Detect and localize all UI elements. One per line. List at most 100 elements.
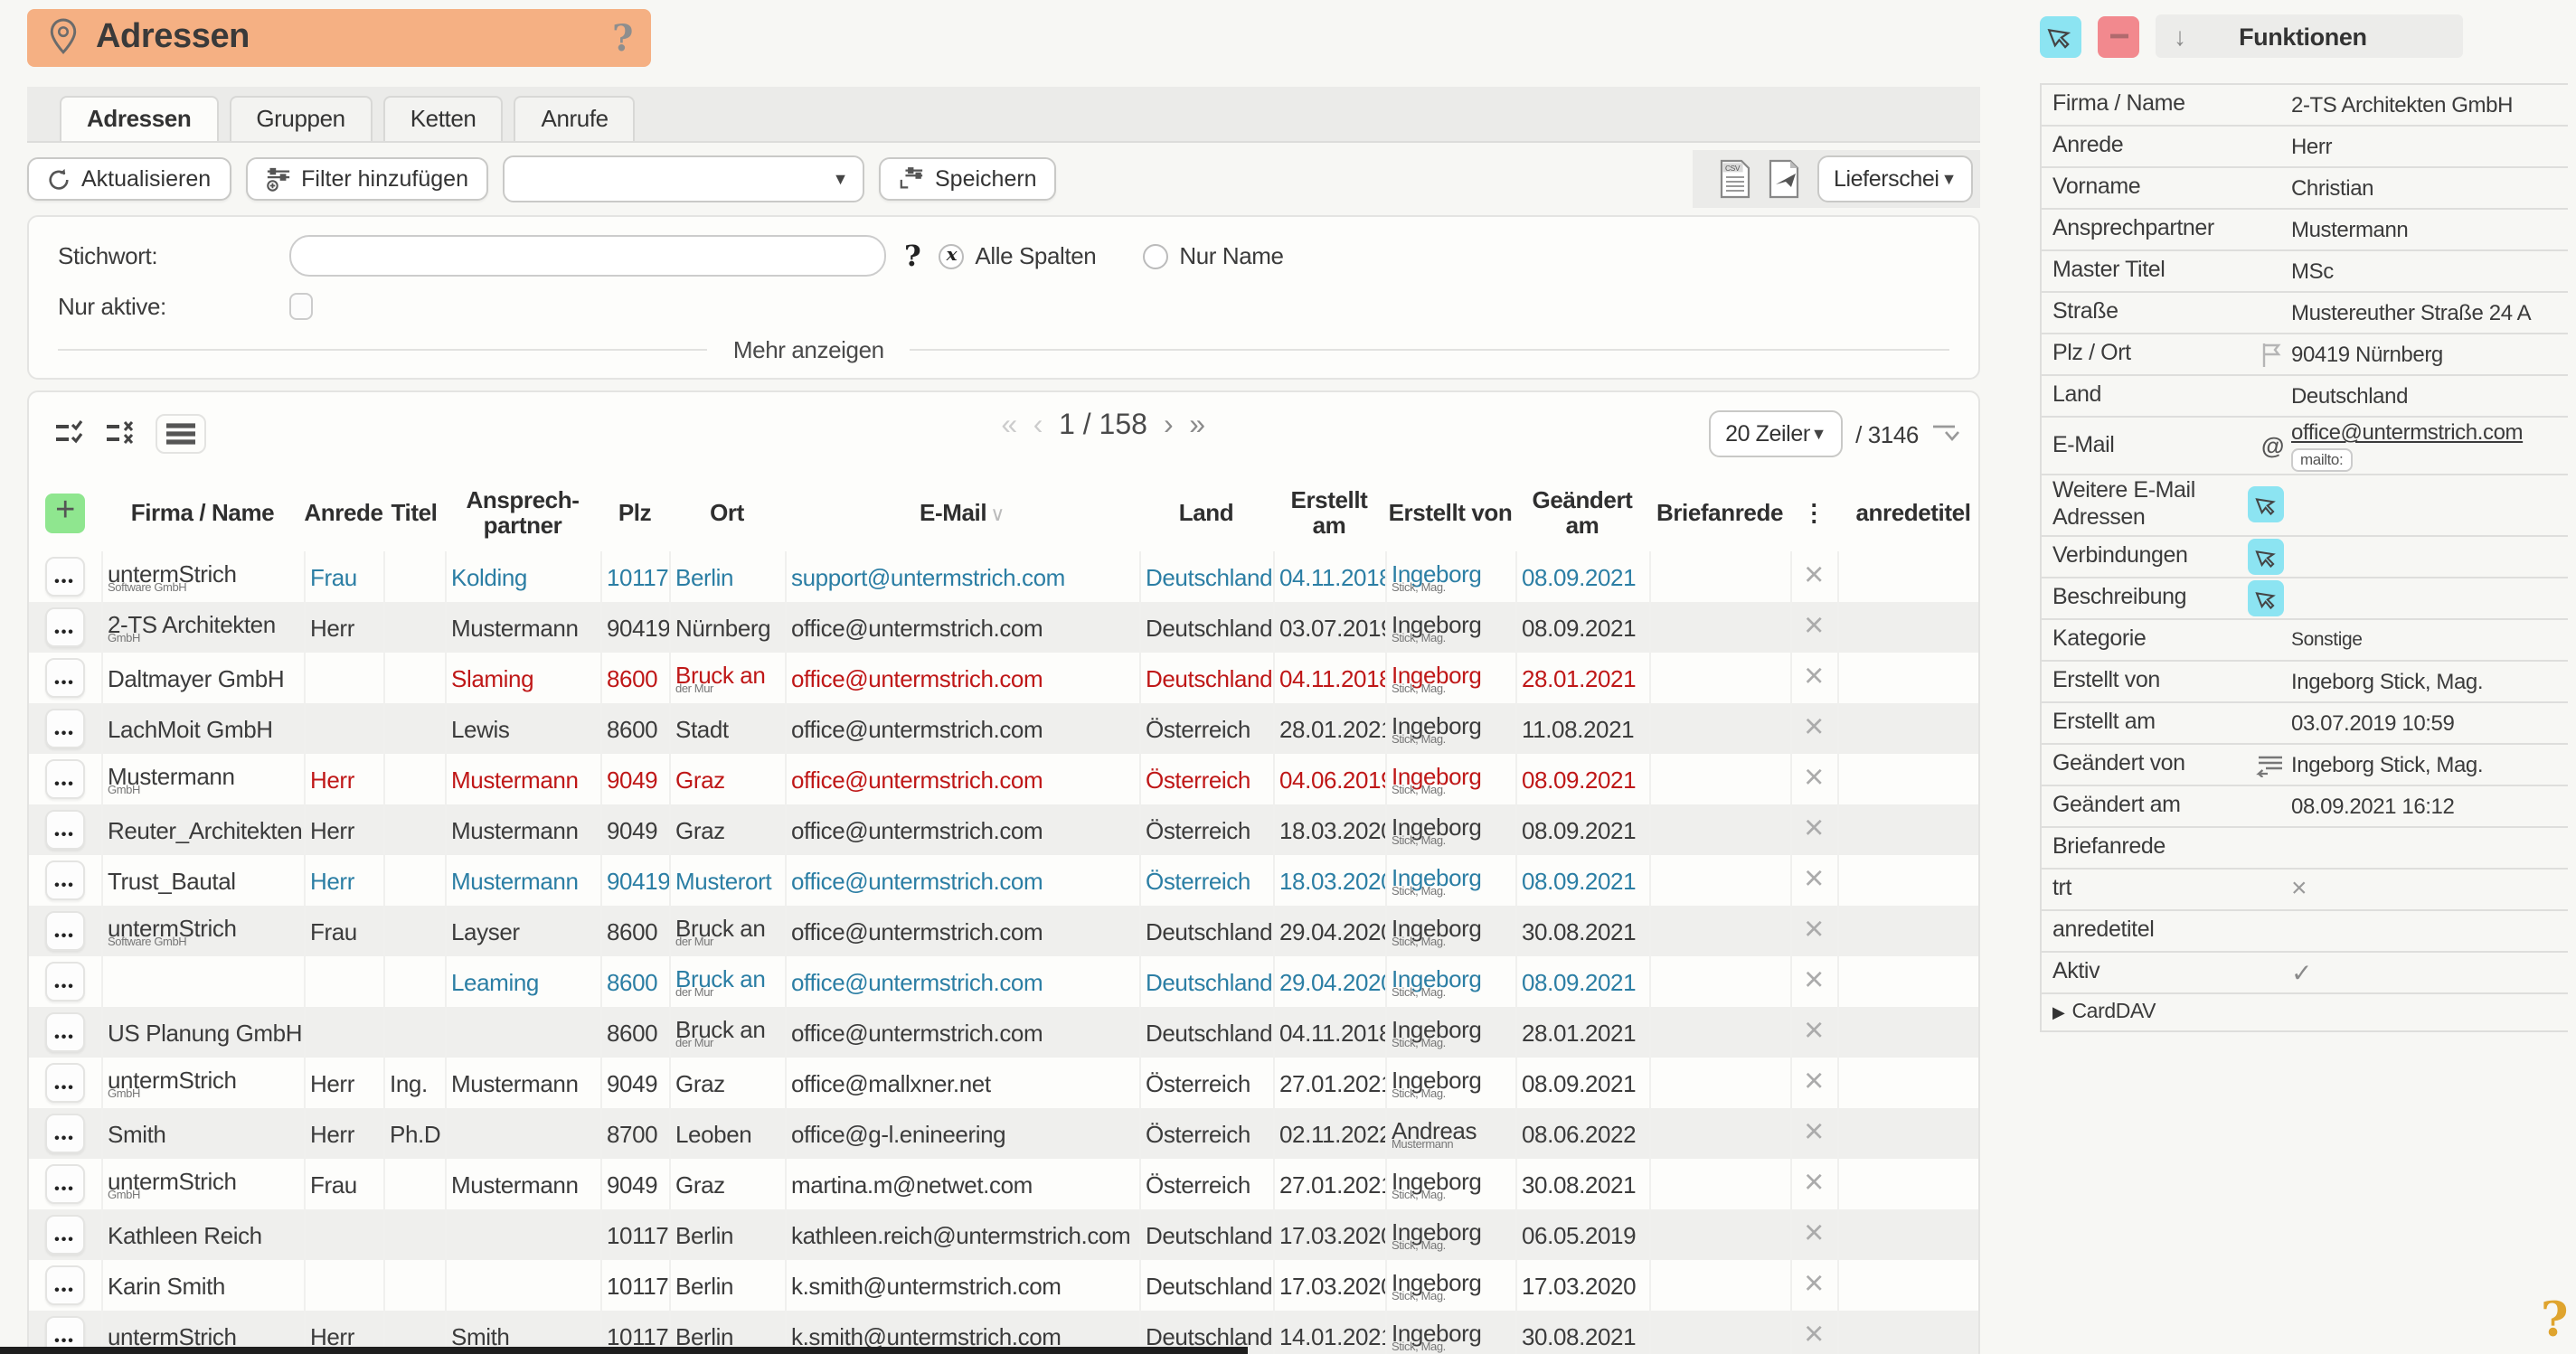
rows-per-page-select[interactable]: 20 Zeilen ▼ (1709, 410, 1843, 457)
table-row[interactable]: •••MustermannGmbHHerrMustermann9049Grazo… (29, 754, 1980, 804)
row-menu-button[interactable]: ••• (45, 1063, 85, 1103)
deselect-all-icon[interactable] (105, 419, 141, 448)
field-master-titel: Master TitelMSc (2042, 251, 2568, 293)
corner-help-icon[interactable]: ? (2541, 1294, 2568, 1349)
carddav-expander[interactable]: ▶CardDAV (2040, 994, 2568, 1032)
column-header-anrede[interactable]: Anrede (304, 475, 383, 551)
column-header-firmaname[interactable]: Firma / Name (101, 475, 304, 551)
bottom-edge-bar (0, 1347, 1248, 1354)
column-header-land[interactable]: Land (1139, 475, 1273, 551)
jump-to-end-icon[interactable] (1931, 423, 1960, 445)
refresh-button[interactable]: Aktualisieren (27, 157, 231, 201)
tab-anrufe[interactable]: Anrufe (514, 96, 636, 141)
functions-button[interactable]: ↓ Funktionen (2156, 14, 2463, 58)
cursor-open-button[interactable] (2248, 580, 2284, 616)
field-aktiv: Aktiv✓ (2042, 953, 2568, 994)
show-more-link[interactable]: Mehr anzeigen (733, 336, 884, 363)
row-menu-button[interactable]: ••• (45, 1012, 85, 1052)
table-row[interactable]: •••SmithHerrPh.D8700Leobenoffice@g-l.eni… (29, 1108, 1980, 1159)
remove-minus-button[interactable] (2098, 15, 2139, 57)
table-row[interactable]: •••Trust_BautalHerrMustermann90419Muster… (29, 855, 1980, 906)
column-header-plz[interactable]: Plz (600, 475, 669, 551)
cell-firma-name: Smith (108, 1120, 165, 1147)
select-all-icon[interactable] (54, 419, 90, 448)
row-menu-button[interactable]: ••• (45, 1114, 85, 1153)
sidebar-toolbar: ↓ Funktionen (2040, 14, 2568, 58)
pdf-export-icon[interactable] (1767, 159, 1803, 199)
radio-checked-icon: x (939, 243, 964, 268)
table-row[interactable]: •••Daltmayer GmbHSlaming8600Bruck ander … (29, 653, 1980, 703)
prev-page-button[interactable]: ‹ (1033, 410, 1043, 443)
cell-firma-name: Kathleen Reich (108, 1221, 262, 1248)
main-column: AdressenGruppenKettenAnrufe Aktualisiere… (27, 87, 1980, 1354)
toolbar: Aktualisieren Filter hinzufügen ▼ Speich… (27, 154, 1980, 204)
row-menu-button[interactable]: ••• (45, 557, 85, 597)
csv-export-icon[interactable]: CSV (1718, 159, 1752, 199)
row-menu-button[interactable]: ••• (45, 962, 85, 1001)
table-row[interactable]: •••untermStrichSoftware GmbHFrauLayser86… (29, 906, 1980, 956)
row-menu-button[interactable]: ••• (45, 1164, 85, 1204)
field-land: LandDeutschland (2042, 376, 2568, 418)
help-icon[interactable]: ? (612, 16, 633, 60)
table-row[interactable]: •••Karin Smith10117Berlink.smith@unterms… (29, 1260, 1980, 1311)
table-row[interactable]: •••untermStrichGmbHHerrIng.Mustermann904… (29, 1058, 1980, 1108)
add-address-button[interactable]: + (29, 475, 101, 551)
table-row[interactable]: •••Leaming8600Bruck ander Muroffice@unte… (29, 956, 1980, 1007)
delivery-note-select[interactable]: Lieferschein ▼ (1817, 155, 1973, 202)
cursor-open-button[interactable] (2248, 487, 2284, 523)
tab-ketten[interactable]: Ketten (383, 96, 504, 141)
row-menu-button[interactable]: ••• (45, 810, 85, 850)
column-header-anredetitel[interactable]: anredetitel (1837, 475, 1980, 551)
row-menu-button[interactable]: ••• (45, 911, 85, 951)
scope-name-only-radio[interactable]: Nur Name (1143, 242, 1283, 269)
save-button[interactable]: Speichern (879, 157, 1057, 201)
tab-gruppen[interactable]: Gruppen (229, 96, 372, 141)
table-row[interactable]: •••Kathleen Reich10117Berlinkathleen.rei… (29, 1209, 1980, 1260)
mailto-chip[interactable]: mailto: (2291, 449, 2352, 471)
row-menu-button[interactable]: ••• (45, 709, 85, 748)
table-row[interactable]: •••US Planung GmbH8600Bruck ander Muroff… (29, 1007, 1980, 1058)
column-header-ort[interactable]: Ort (669, 475, 785, 551)
column-header-gendertam[interactable]: Geändert am (1515, 475, 1649, 551)
cell-firma-name: untermStrich (108, 1322, 237, 1349)
page-title: Adressen (96, 18, 612, 58)
next-page-button[interactable]: › (1164, 410, 1173, 443)
column-header-[interactable]: ⋮ (1790, 475, 1837, 551)
menu-hamburger-icon[interactable] (156, 414, 206, 454)
field-briefanrede: Briefanrede (2042, 828, 2568, 870)
cursor-select-button[interactable] (2040, 15, 2081, 57)
table-row[interactable]: •••Reuter_ArchitektenHerrMustermann9049G… (29, 804, 1980, 855)
add-filter-button[interactable]: Filter hinzufügen (245, 157, 488, 201)
row-menu-button[interactable]: ••• (45, 1265, 85, 1305)
row-menu-button[interactable]: ••• (45, 1215, 85, 1255)
total-rows-label: / 3146 (1855, 420, 1919, 447)
column-header-titel[interactable]: Titel (383, 475, 445, 551)
row-menu-button[interactable]: ••• (45, 658, 85, 698)
plus-icon[interactable]: + (45, 494, 85, 533)
table-row[interactable]: •••2-TS ArchitektenGmbHHerrMustermann904… (29, 602, 1980, 653)
column-header-email[interactable]: E-Mail∨ (785, 475, 1139, 551)
row-menu-button[interactable]: ••• (45, 607, 85, 647)
column-header-erstelltam[interactable]: Erstellt am (1273, 475, 1385, 551)
search-help-icon[interactable]: ? (904, 239, 920, 273)
column-header-ansprechpartner[interactable]: Ansprech- partner (445, 475, 600, 551)
first-page-button[interactable]: « (1001, 410, 1016, 443)
last-page-button[interactable]: » (1189, 410, 1204, 443)
field-beschreibung: Beschreibung (2042, 578, 2568, 620)
email-link[interactable]: office@untermstrich.com (2291, 419, 2523, 445)
row-menu-button[interactable]: ••• (45, 759, 85, 799)
column-header-briefanrede[interactable]: Briefanrede (1649, 475, 1790, 551)
table-row[interactable]: •••untermStrichGmbHFrauMustermann9049Gra… (29, 1159, 1980, 1209)
cursor-open-button[interactable] (2248, 539, 2284, 575)
addresses-table: + Firma / NameAnredeTitelAnsprech- partne… (29, 475, 1980, 1354)
active-only-checkbox[interactable] (289, 293, 313, 320)
tab-adressen[interactable]: Adressen (60, 96, 218, 141)
cell-firma-name: Reuter_Architekten (108, 816, 302, 843)
table-row[interactable]: •••untermStrichSoftware GmbHFrauKolding1… (29, 551, 1980, 602)
column-header-erstelltvon[interactable]: Erstellt von (1385, 475, 1515, 551)
scope-all-columns-radio[interactable]: x Alle Spalten (939, 242, 1096, 269)
filter-select[interactable]: ▼ (503, 155, 864, 202)
keyword-input[interactable] (289, 235, 886, 277)
row-menu-button[interactable]: ••• (45, 860, 85, 900)
table-row[interactable]: •••LachMoit GmbHLewis8600Stadtoffice@unt… (29, 703, 1980, 754)
